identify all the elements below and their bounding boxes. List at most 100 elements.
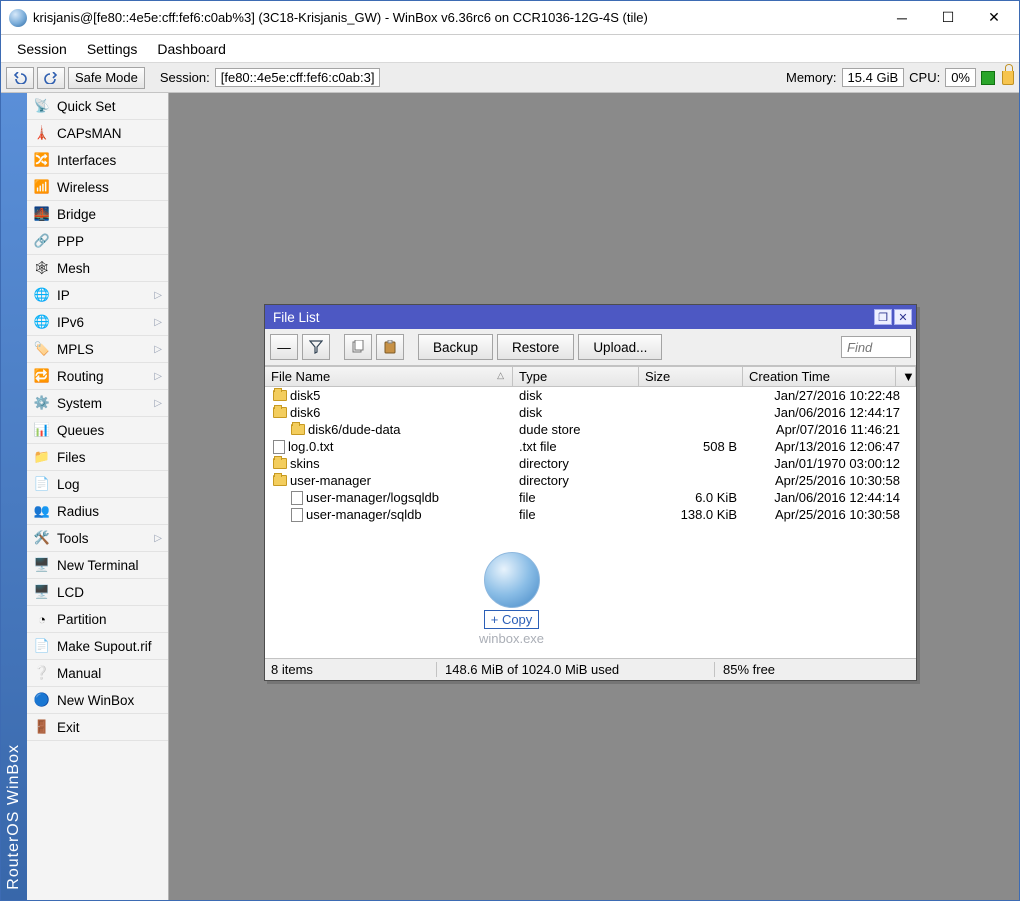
sidebar-icon: 🏷️ (33, 340, 51, 358)
sidebar-item-mpls[interactable]: 🏷️MPLS▷ (27, 336, 168, 363)
sidebar-item-label: Partition (57, 612, 107, 627)
sidebar-item-make-supout-rif[interactable]: 📄Make Supout.rif (27, 633, 168, 660)
column-time[interactable]: Creation Time (743, 367, 896, 386)
main-toolbar: Safe Mode Session: [fe80::4e5e:cff:fef6:… (1, 63, 1019, 93)
file-list-header: File Name△ Type Size Creation Time ▼ (265, 366, 916, 387)
sidebar-item-exit[interactable]: 🚪Exit (27, 714, 168, 741)
minimize-button[interactable]: ─ (879, 2, 925, 34)
column-type[interactable]: Type (513, 367, 639, 386)
sidebar-item-wireless[interactable]: 📶Wireless (27, 174, 168, 201)
table-row[interactable]: disk5diskJan/27/2016 10:22:48 (265, 387, 916, 404)
file-list-titlebar[interactable]: File List ❐ ✕ (265, 305, 916, 329)
sidebar-item-routing[interactable]: 🔁 Routing ▷ (27, 363, 168, 390)
table-row[interactable]: skinsdirectoryJan/01/1970 03:00:12 (265, 455, 916, 472)
table-row[interactable]: disk6/dude-datadude storeApr/07/2016 11:… (265, 421, 916, 438)
filewin-restore-button[interactable]: ❐ (874, 309, 892, 325)
sidebar-item-label: PPP (57, 234, 84, 249)
sidebar-item-log[interactable]: 📄 Log (27, 471, 168, 498)
sidebar-item-quick-set[interactable]: 📡 Quick Set (27, 93, 168, 120)
sidebar-item-ppp[interactable]: 🔗PPP (27, 228, 168, 255)
sidebar-item-label: Log (57, 477, 80, 492)
table-row[interactable]: disk6diskJan/06/2016 12:44:17 (265, 404, 916, 421)
table-row[interactable]: user-manager/sqldbfile138.0 KiBApr/25/20… (265, 506, 916, 523)
submenu-indicator-icon: ▷ (154, 317, 162, 328)
backup-button[interactable]: Backup (418, 334, 493, 360)
menu-settings[interactable]: Settings (77, 38, 148, 60)
sidebar-icon: 🌉 (33, 205, 51, 223)
file-type: disk (513, 388, 639, 403)
table-row[interactable]: user-managerdirectoryApr/25/2016 10:30:5… (265, 472, 916, 489)
close-button[interactable]: ✕ (971, 2, 1017, 34)
safe-mode-button[interactable]: Safe Mode (68, 67, 145, 89)
sidebar-icon: 🔁 (33, 367, 51, 385)
sidebar-item-label: Quick Set (57, 99, 116, 114)
undo-button[interactable] (6, 67, 34, 89)
sidebar-item-label: IPv6 (57, 315, 84, 330)
status-icon (981, 71, 995, 85)
sidebar-item-label: Files (57, 450, 86, 465)
sidebar-item-label: Routing (57, 369, 104, 384)
remove-button[interactable]: — (270, 334, 298, 360)
sidebar-icon: ◔ (33, 610, 51, 628)
sidebar-item-bridge[interactable]: 🌉Bridge (27, 201, 168, 228)
sidebar-item-queues[interactable]: 📊Queues (27, 417, 168, 444)
restore-button[interactable]: Restore (497, 334, 574, 360)
sidebar-item-new-winbox[interactable]: 🔵New WinBox (27, 687, 168, 714)
sidebar-item-tools[interactable]: 🛠️Tools▷ (27, 525, 168, 552)
submenu-indicator-icon: ▷ (154, 371, 162, 382)
folder-icon (291, 424, 305, 435)
sidebar: 📡 Quick Set 🗼CAPsMAN🔀Interfaces📶Wireless🌉B… (27, 93, 169, 900)
file-list-body[interactable]: disk5diskJan/27/2016 10:22:48disk6diskJa… (265, 387, 916, 659)
file-time: Jan/06/2016 12:44:14 (743, 490, 916, 505)
session-value: [fe80::4e5e:cff:fef6:c0ab:3] (215, 68, 381, 87)
sidebar-item-new-terminal[interactable]: 🖥️New Terminal (27, 552, 168, 579)
maximize-button[interactable]: ☐ (925, 2, 971, 34)
menubar: Session Settings Dashboard (1, 35, 1019, 63)
file-time: Apr/25/2016 10:30:58 (743, 507, 916, 522)
sidebar-item-ipv6[interactable]: 🌐IPv6▷ (27, 309, 168, 336)
sidebar-icon: 📄 (33, 475, 51, 493)
side-title-text: RouterOS WinBox (5, 744, 23, 890)
upload-button[interactable]: Upload... (578, 334, 662, 360)
column-menu-button[interactable]: ▼ (896, 367, 916, 386)
sidebar-item-capsman[interactable]: 🗼CAPsMAN (27, 120, 168, 147)
file-size: 6.0 KiB (639, 490, 743, 505)
sidebar-item-lcd[interactable]: 🖥️LCD (27, 579, 168, 606)
sidebar-icon: 🕸 (33, 259, 51, 277)
sidebar-item-manual[interactable]: ❔Manual (27, 660, 168, 687)
file-time: Apr/13/2016 12:06:47 (743, 439, 916, 454)
sidebar-icon: 📡 (33, 97, 51, 115)
copy-button[interactable] (344, 334, 372, 360)
lock-icon (1002, 71, 1014, 85)
sidebar-item-label: New WinBox (57, 693, 134, 708)
sidebar-item-files[interactable]: 📁 Files (27, 444, 168, 471)
sidebar-item-ip[interactable]: 🌐IP▷ (27, 282, 168, 309)
submenu-indicator-icon: ▷ (154, 344, 162, 355)
redo-button[interactable] (37, 67, 65, 89)
column-size[interactable]: Size (639, 367, 743, 386)
sidebar-item-partition[interactable]: ◔ Partition (27, 606, 168, 633)
column-name[interactable]: File Name△ (265, 367, 513, 386)
sidebar-item-radius[interactable]: 👥Radius (27, 498, 168, 525)
filter-button[interactable] (302, 334, 330, 360)
sidebar-item-label: Mesh (57, 261, 90, 276)
winbox-app-icon (484, 552, 540, 608)
sidebar-icon: 📶 (33, 178, 51, 196)
table-row[interactable]: user-manager/logsqldbfile6.0 KiBJan/06/2… (265, 489, 916, 506)
sidebar-icon: 📁 (33, 448, 51, 466)
paste-button[interactable] (376, 334, 404, 360)
sidebar-item-interfaces[interactable]: 🔀Interfaces (27, 147, 168, 174)
sidebar-item-mesh[interactable]: 🕸 Mesh (27, 255, 168, 282)
submenu-indicator-icon: ▷ (154, 533, 162, 544)
find-input[interactable] (841, 336, 911, 358)
sidebar-item-label: Queues (57, 423, 104, 438)
sidebar-icon: 🛠️ (33, 529, 51, 547)
sidebar-item-system[interactable]: ⚙️System▷ (27, 390, 168, 417)
filewin-close-button[interactable]: ✕ (894, 309, 912, 325)
table-row[interactable]: log.0.txt.txt file508 BApr/13/2016 12:06… (265, 438, 916, 455)
sidebar-item-label: Make Supout.rif (57, 639, 152, 654)
menu-session[interactable]: Session (7, 38, 77, 60)
menu-dashboard[interactable]: Dashboard (147, 38, 236, 60)
sidebar-item-label: System (57, 396, 102, 411)
titlebar: krisjanis@[fe80::4e5e:cff:fef6:c0ab%3] (… (1, 1, 1019, 35)
